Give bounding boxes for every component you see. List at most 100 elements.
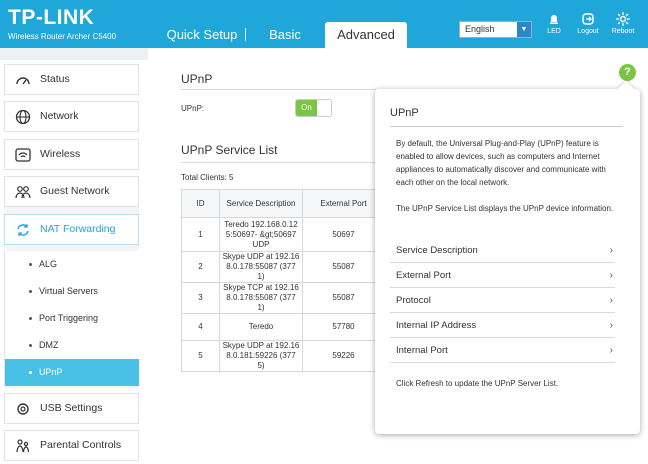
chevron-right-icon: › [609, 320, 613, 331]
cell-service-description: Teredo 192.168.0.12 5:50697- &gt;50697 U… [219, 217, 303, 252]
sidebar-item-label: Guest Network [40, 185, 110, 197]
help-title: UPnP [390, 107, 419, 119]
help-divider [390, 126, 623, 127]
language-select[interactable]: English ▼ [459, 21, 532, 38]
header: TP-LINK Wireless Router Archer C5400 Qui… [0, 0, 648, 48]
cell-id: 4 [181, 313, 220, 341]
section-title-service-list: UPnP Service List [181, 143, 278, 157]
sidebar-subitem-label: Port Triggering [39, 313, 99, 323]
sidebar-item-label: Status [40, 73, 70, 85]
cell-id: 3 [181, 282, 220, 314]
help-service-list-note: The UPnP Service List displays the UPnP … [396, 204, 614, 213]
model-name: Wireless Router Archer C5400 [8, 32, 117, 41]
sidebar-subitem-virtual-servers[interactable]: Virtual Servers [4, 278, 139, 305]
wifi-icon [15, 148, 31, 162]
table-row: 3 Skype TCP at 192.16 8.0.178:55087 (377… [181, 282, 385, 314]
sidebar-item-usb-settings[interactable]: USB Settings [4, 393, 139, 424]
chevron-right-icon: › [609, 295, 613, 306]
sidebar-item-label: USB Settings [40, 402, 103, 414]
sidebar-subitem-label: Virtual Servers [39, 286, 98, 296]
help-item-internal-port[interactable]: Internal Port › [390, 338, 615, 363]
cell-id: 1 [181, 217, 220, 252]
help-item-label: External Port [396, 270, 451, 281]
usb-gear-icon [17, 403, 29, 415]
sidebar-item-label: NAT Forwarding [40, 223, 116, 235]
help-item-external-port[interactable]: External Port › [390, 263, 615, 288]
help-item-service-description[interactable]: Service Description › [390, 238, 615, 263]
sidebar-subitem-label: ALG [39, 259, 58, 269]
sidebar-subitem-port-triggering[interactable]: Port Triggering [4, 305, 139, 332]
table-header-row: ID Service Description External Port [181, 189, 385, 218]
users-icon [15, 186, 31, 199]
help-item-internal-ip-address[interactable]: Internal IP Address › [390, 313, 615, 338]
help-item-label: Internal IP Address [396, 320, 477, 331]
help-panel: UPnP By default, the Universal Plug-and-… [375, 89, 640, 434]
reboot-button[interactable]: Reboot [606, 12, 640, 35]
upnp-toggle[interactable]: On [295, 99, 332, 117]
section-divider [181, 162, 376, 163]
cell-external-port: 55087 [302, 282, 385, 314]
sidebar-item-label: Network [40, 110, 79, 122]
chevron-down-icon: ▼ [517, 22, 531, 37]
sidebar-subitem-alg[interactable]: ALG [4, 251, 139, 278]
sidebar-item-label: Parental Controls [40, 439, 122, 451]
sidebar-subitem-label: DMZ [39, 340, 59, 350]
help-description: By default, the Universal Plug-and-Play … [396, 139, 606, 187]
table-row: 5 Skype UDP at 192.16 8.0.181:59226 (377… [181, 340, 385, 372]
sidebar-subitem-label: UPnP [39, 367, 63, 377]
sidebar-item-parental-controls[interactable]: Parental Controls [4, 430, 139, 461]
sidebar-item-wireless[interactable]: Wireless [4, 139, 139, 170]
led-button[interactable]: LED [537, 12, 571, 35]
sidebar-subitem-upnp[interactable]: UPnP [4, 359, 139, 386]
help-item-label: Internal Port [396, 345, 448, 356]
refresh-arrows-icon [17, 224, 29, 236]
help-item-protocol[interactable]: Protocol › [390, 288, 615, 313]
logo: TP-LINK [8, 6, 95, 29]
help-icon[interactable]: ? [619, 64, 636, 81]
cell-service-description: Skype UDP at 192.16 8.0.181:59226 (377 5… [219, 340, 303, 372]
cell-service-description: Teredo [219, 313, 303, 341]
column-header-external-port: External Port [302, 189, 385, 218]
cell-external-port: 50697 [302, 217, 385, 252]
cell-service-description: Skype UDP at 192.16 8.0.178:55087 (377 1… [219, 251, 303, 283]
upnp-label: UPnP: [181, 104, 205, 113]
sidebar-subitem-dmz[interactable]: DMZ [4, 332, 139, 359]
cell-id: 2 [181, 251, 220, 283]
logout-button[interactable]: Logout [571, 12, 605, 35]
section-title-upnp: UPnP [181, 72, 213, 86]
cell-external-port: 57780 [302, 313, 385, 341]
cell-id: 5 [181, 340, 220, 372]
help-refresh-note: Click Refresh to update the UPnP Server … [396, 379, 559, 388]
chevron-right-icon: › [609, 270, 613, 281]
sidebar-item-guest-network[interactable]: Guest Network [4, 176, 139, 207]
tab-separator [245, 28, 246, 41]
chevron-right-icon: › [609, 345, 613, 356]
globe-icon [15, 109, 31, 125]
sidebar-item-status[interactable]: Status [4, 64, 139, 95]
tab-quick-setup[interactable]: Quick Setup [160, 22, 244, 48]
chevron-right-icon: › [609, 245, 613, 256]
tab-advanced[interactable]: Advanced [325, 22, 407, 48]
help-item-label: Service Description [396, 245, 478, 256]
language-value: English [465, 24, 495, 34]
upnp-service-table: ID Service Description External Port 1 T… [181, 189, 385, 372]
family-icon [16, 439, 30, 453]
bulb-icon [550, 15, 558, 24]
cell-service-description: Skype TCP at 192.16 8.0.178:55087 (377 1… [219, 282, 303, 314]
cell-external-port: 55087 [302, 251, 385, 283]
tab-basic[interactable]: Basic [255, 22, 315, 48]
column-header-service-description: Service Description [219, 189, 303, 218]
logout-icon [582, 13, 594, 25]
help-item-label: Protocol [396, 295, 431, 306]
column-header-id: ID [181, 189, 220, 218]
cell-external-port: 59226 [302, 340, 385, 372]
table-row: 2 Skype UDP at 192.16 8.0.178:55087 (377… [181, 251, 385, 283]
sidebar-item-network[interactable]: Network [4, 101, 139, 132]
reboot-icon [616, 12, 630, 26]
table-row: 1 Teredo 192.168.0.12 5:50697- &gt;50697… [181, 217, 385, 252]
led-label: LED [547, 28, 561, 35]
total-clients: Total Clients: 5 [181, 173, 234, 182]
logout-label: Logout [577, 28, 599, 35]
sidebar-item-nat-forwarding[interactable]: NAT Forwarding [4, 214, 139, 245]
section-divider [181, 89, 376, 90]
